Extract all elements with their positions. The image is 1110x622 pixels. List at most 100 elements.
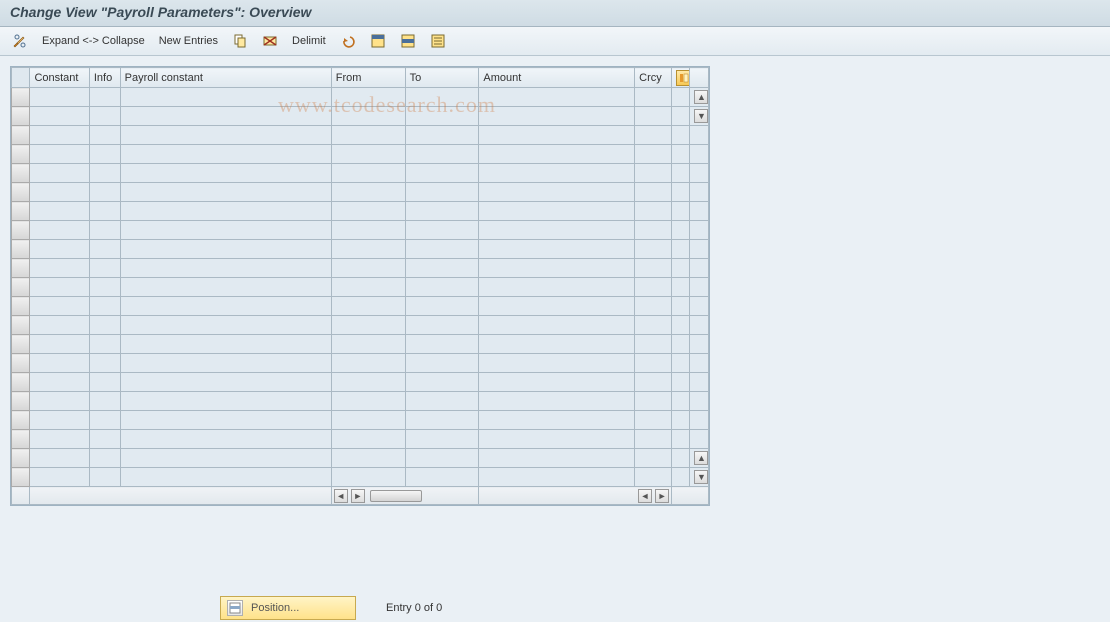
- cell[interactable]: [635, 335, 672, 354]
- cell[interactable]: [89, 145, 120, 164]
- row-selector[interactable]: [12, 221, 30, 240]
- cell[interactable]: [331, 278, 405, 297]
- cell[interactable]: [331, 202, 405, 221]
- row-selector[interactable]: [12, 411, 30, 430]
- cell[interactable]: [30, 164, 89, 183]
- cell[interactable]: [635, 316, 672, 335]
- cell[interactable]: [30, 259, 89, 278]
- cell[interactable]: [89, 297, 120, 316]
- cell[interactable]: [331, 240, 405, 259]
- row-selector[interactable]: [12, 335, 30, 354]
- cell[interactable]: [331, 297, 405, 316]
- row-selector[interactable]: [12, 126, 30, 145]
- table-row[interactable]: [12, 126, 709, 145]
- cell[interactable]: [89, 202, 120, 221]
- row-selector[interactable]: [12, 164, 30, 183]
- cell[interactable]: [89, 221, 120, 240]
- deselect-all-button[interactable]: [426, 31, 450, 51]
- select-block-button[interactable]: [396, 31, 420, 51]
- table-row[interactable]: ▼: [12, 468, 709, 487]
- table-row[interactable]: ▼: [12, 107, 709, 126]
- col-amount[interactable]: Amount: [479, 68, 635, 88]
- toggle-display-change-button[interactable]: [8, 31, 32, 51]
- select-all-button[interactable]: [366, 31, 390, 51]
- cell[interactable]: [331, 411, 405, 430]
- table-row[interactable]: [12, 221, 709, 240]
- delete-button[interactable]: [258, 31, 282, 51]
- cell[interactable]: [405, 202, 479, 221]
- payroll-table[interactable]: Constant Info Payroll constant From To A…: [11, 67, 709, 505]
- cell[interactable]: [89, 449, 120, 468]
- cell[interactable]: [120, 354, 331, 373]
- hscroll-thumb[interactable]: [370, 490, 422, 502]
- cell[interactable]: [479, 164, 635, 183]
- cell[interactable]: [635, 449, 672, 468]
- cell[interactable]: [331, 221, 405, 240]
- cell[interactable]: [89, 259, 120, 278]
- cell[interactable]: [635, 126, 672, 145]
- cell[interactable]: [331, 392, 405, 411]
- row-selector[interactable]: [12, 373, 30, 392]
- cell[interactable]: [120, 107, 331, 126]
- cell[interactable]: [405, 430, 479, 449]
- cell[interactable]: [405, 335, 479, 354]
- cell[interactable]: [331, 430, 405, 449]
- cell[interactable]: [479, 107, 635, 126]
- cell[interactable]: [635, 354, 672, 373]
- cell[interactable]: [30, 373, 89, 392]
- table-row[interactable]: [12, 259, 709, 278]
- cell[interactable]: [331, 88, 405, 107]
- row-selector[interactable]: [12, 202, 30, 221]
- cell[interactable]: [89, 316, 120, 335]
- table-row[interactable]: [12, 278, 709, 297]
- cell[interactable]: [405, 468, 479, 487]
- row-selector[interactable]: [12, 88, 30, 107]
- cell[interactable]: [89, 164, 120, 183]
- col-info[interactable]: Info: [89, 68, 120, 88]
- cell[interactable]: [331, 449, 405, 468]
- cell[interactable]: [30, 183, 89, 202]
- cell[interactable]: [405, 316, 479, 335]
- cell[interactable]: [479, 126, 635, 145]
- row-selector[interactable]: [12, 468, 30, 487]
- cell[interactable]: [30, 411, 89, 430]
- cell[interactable]: [120, 373, 331, 392]
- cell[interactable]: [479, 240, 635, 259]
- cell[interactable]: [479, 278, 635, 297]
- cell[interactable]: [30, 297, 89, 316]
- cell[interactable]: [120, 164, 331, 183]
- cell[interactable]: [635, 373, 672, 392]
- cell[interactable]: [405, 145, 479, 164]
- cell[interactable]: [479, 88, 635, 107]
- cell[interactable]: [89, 278, 120, 297]
- cell[interactable]: [635, 392, 672, 411]
- cell[interactable]: [331, 145, 405, 164]
- cell[interactable]: [30, 107, 89, 126]
- cell[interactable]: [30, 145, 89, 164]
- cell[interactable]: [405, 449, 479, 468]
- scroll-down-top-button[interactable]: ▼: [694, 109, 708, 123]
- row-selector[interactable]: [12, 183, 30, 202]
- row-selector[interactable]: [12, 392, 30, 411]
- cell[interactable]: [120, 430, 331, 449]
- cell[interactable]: [120, 259, 331, 278]
- cell[interactable]: [120, 316, 331, 335]
- cell[interactable]: [120, 392, 331, 411]
- table-row[interactable]: [12, 354, 709, 373]
- col-crcy[interactable]: Crcy: [635, 68, 672, 88]
- cell[interactable]: [331, 126, 405, 145]
- cell[interactable]: [635, 278, 672, 297]
- col-to[interactable]: To: [405, 68, 479, 88]
- cell[interactable]: [479, 430, 635, 449]
- row-selector[interactable]: [12, 107, 30, 126]
- cell[interactable]: [405, 183, 479, 202]
- cell[interactable]: [120, 145, 331, 164]
- cell[interactable]: [479, 202, 635, 221]
- cell[interactable]: [30, 468, 89, 487]
- scroll-right-button[interactable]: ►: [351, 489, 365, 503]
- scroll-down-button[interactable]: ▼: [694, 470, 708, 484]
- cell[interactable]: [635, 202, 672, 221]
- scroll-up-button[interactable]: ▲: [694, 90, 708, 104]
- cell[interactable]: [89, 392, 120, 411]
- cell[interactable]: [30, 392, 89, 411]
